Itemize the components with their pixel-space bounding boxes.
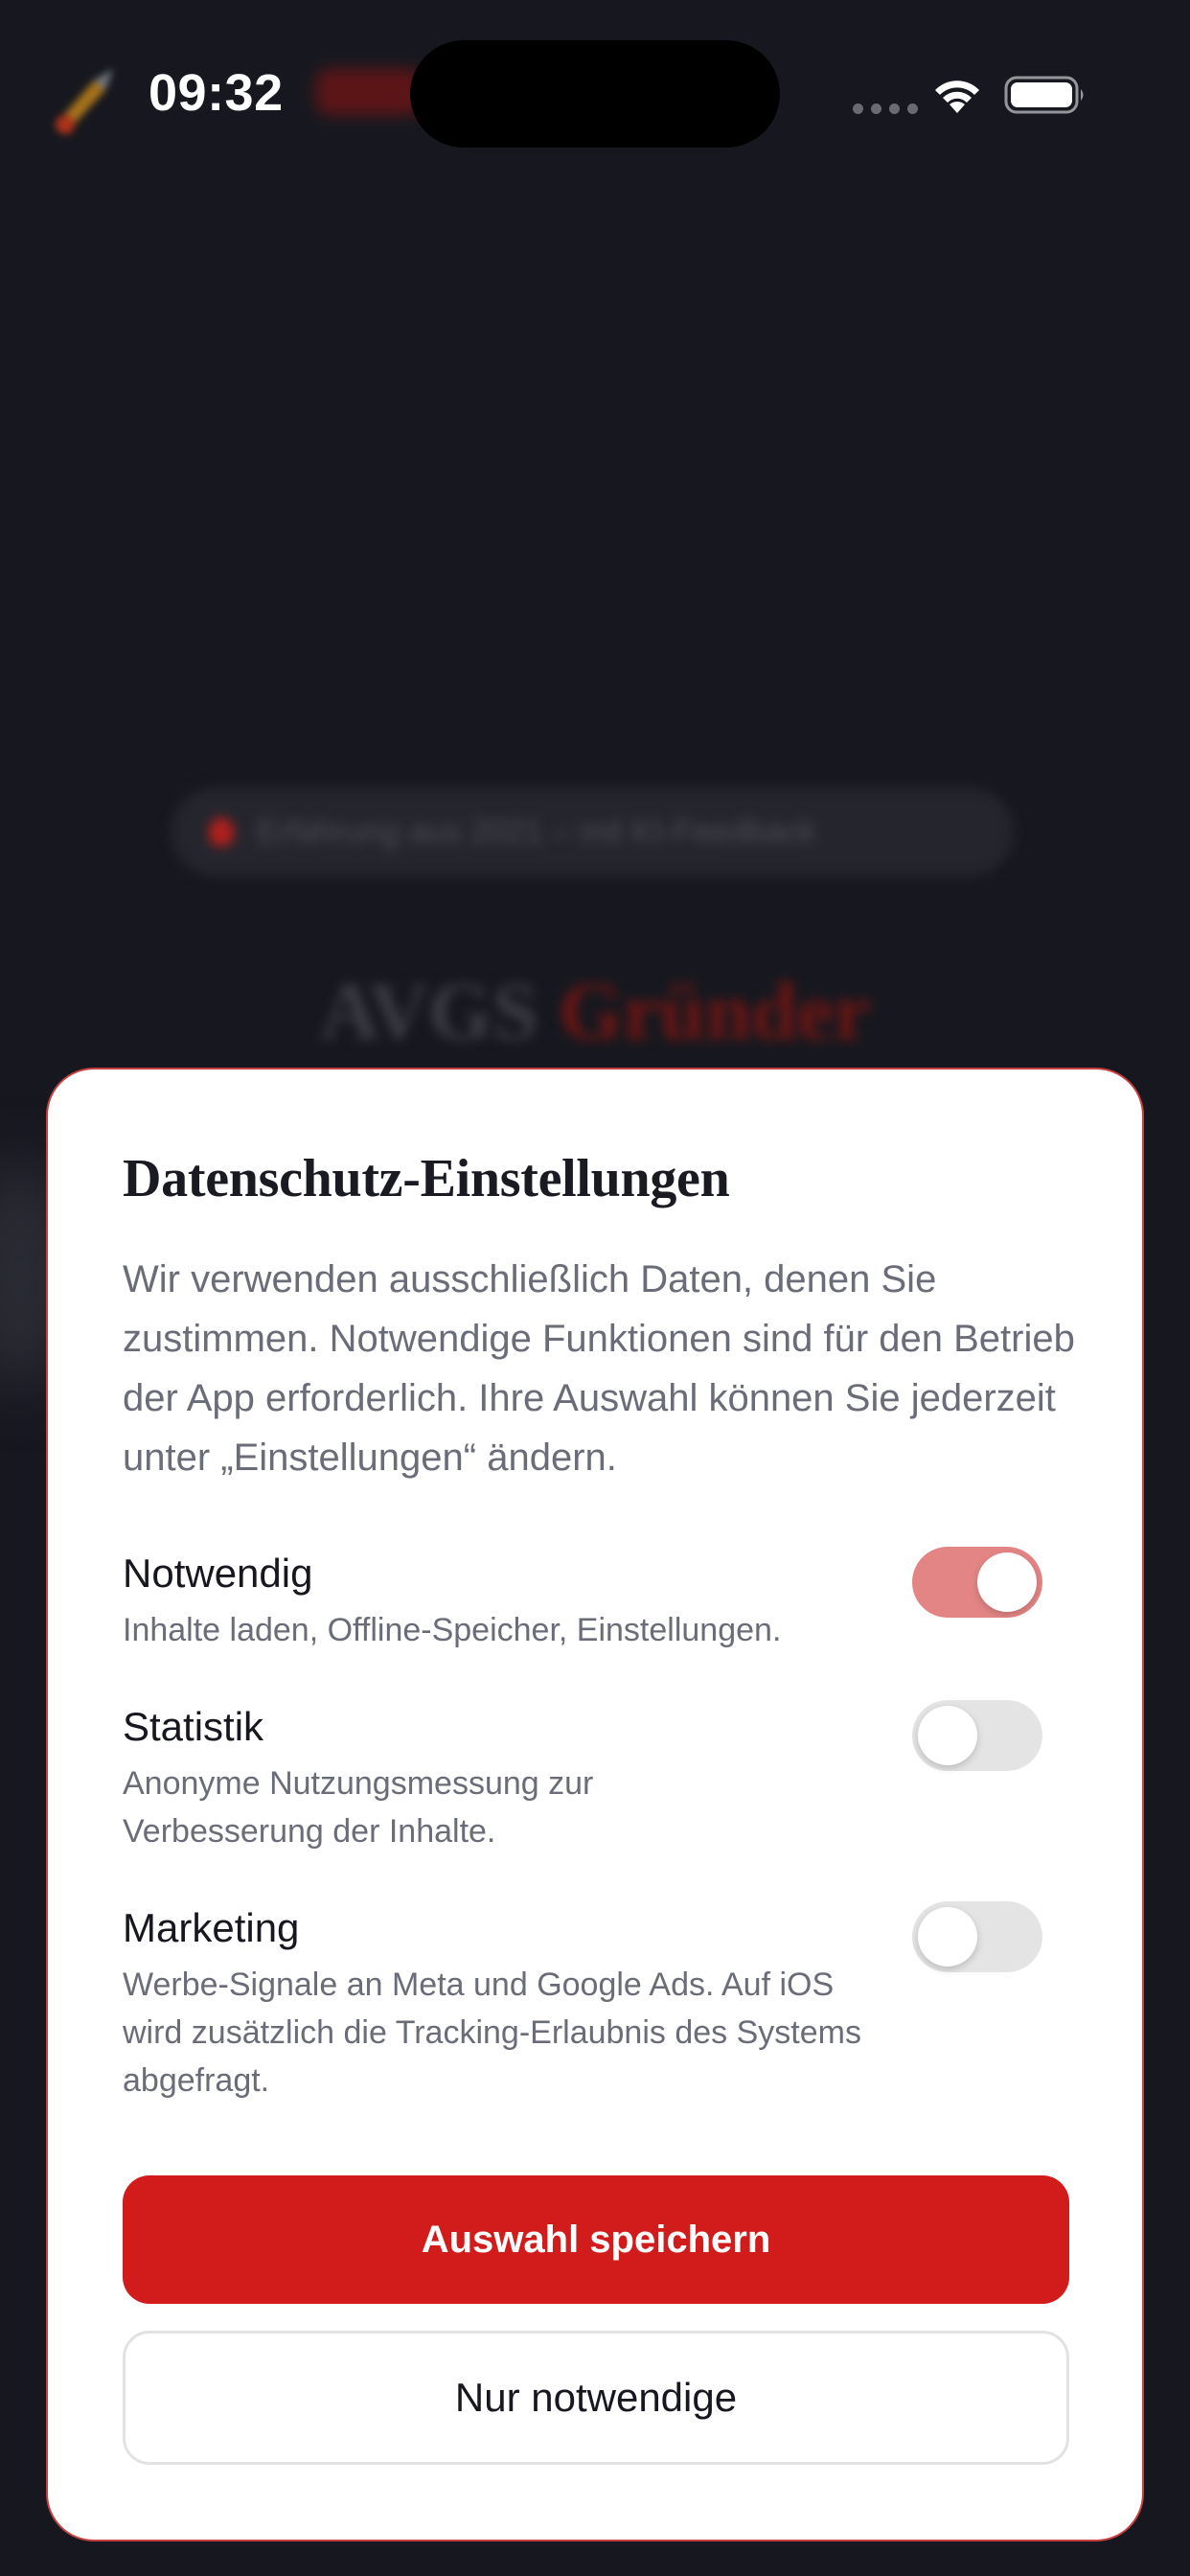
background-badge: Erfahrung aus 2021 – mit KI-Feedback [171,788,1014,876]
necessary-only-button[interactable]: Nur notwendige [123,2331,1069,2465]
background-title-word-2: Gründer [559,965,871,1057]
dynamic-island [410,40,780,148]
option-notwendig-title: Notwendig [123,1551,313,1596]
toggle-knob [918,1907,977,1966]
signal-dots-icon [853,104,918,114]
privacy-settings-sheet: Datenschutz-Einstellungen Wir verwenden … [46,1068,1144,2542]
toggle-knob [977,1552,1037,1612]
battery-icon [1004,76,1084,114]
app-name-blur [316,69,422,115]
option-statistik-title: Statistik [123,1704,264,1749]
option-notwendig-description: Inhalte laden, Offline-Speicher, Einstel… [123,1612,782,1648]
background-title-word-1: AVGS [319,965,538,1057]
option-marketing-description: Werbe-Signale an Meta und Google Ads. Au… [123,1966,861,2099]
save-selection-button[interactable]: Auswahl speichern [123,2175,1069,2304]
status-time: 09:32 [149,64,284,122]
background-badge-text: Erfahrung aus 2021 – mit KI-Feedback [257,813,816,850]
toggle-statistik[interactable] [912,1700,1042,1771]
wifi-icon [935,80,979,113]
status-bar: 09:32 [0,0,1190,192]
sheet-title: Datenschutz-Einstellungen [123,1149,730,1208]
option-marketing-title: Marketing [123,1905,300,1950]
sheet-intro-text: Wir verwenden ausschließlich Daten, dene… [123,1258,1075,1479]
toggle-marketing[interactable] [912,1901,1042,1972]
toggle-knob [918,1706,977,1765]
toggle-notwendig[interactable] [912,1547,1042,1618]
flame-icon [209,817,234,846]
background-title: AVGS Gründer [0,963,1190,1059]
option-statistik-description: Anonyme Nutzungsmessung zur Verbesserung… [123,1765,594,1850]
app-logo-icon [56,69,113,134]
